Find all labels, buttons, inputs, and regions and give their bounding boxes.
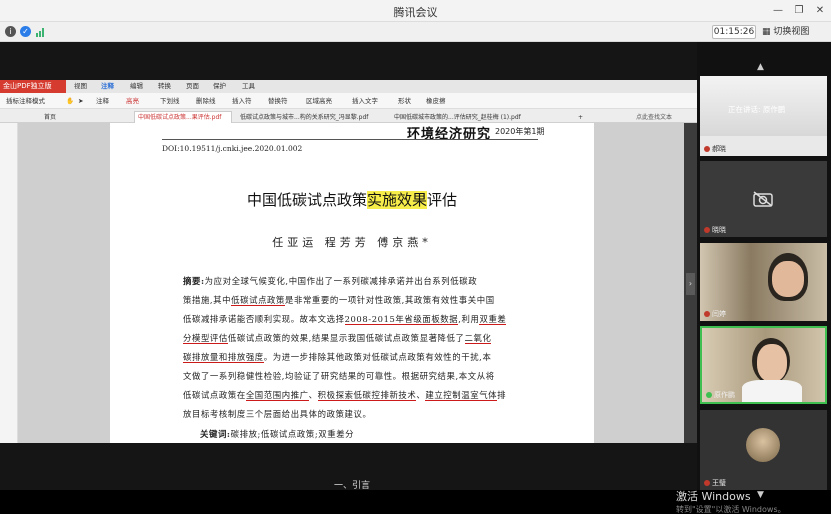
menu-annotate[interactable]: 注释 <box>101 80 114 93</box>
ribbon-area-highlight[interactable]: 区域高亮 <box>306 93 332 109</box>
ribbon-strikethrough[interactable]: 删除线 <box>196 93 216 109</box>
journal-issue: 2020年第1期 <box>495 127 545 136</box>
menu-tools[interactable]: 工具 <box>242 80 255 93</box>
tab-doc-2[interactable]: 低碳试点政策与城市...构的关系研究_冯显黎.pdf <box>236 111 386 123</box>
maximize-icon[interactable]: ❐ <box>792 4 806 18</box>
hand-tool-icon[interactable]: ✋ <box>66 93 74 109</box>
ribbon-insert-mark[interactable]: 插入符 <box>232 93 252 109</box>
activation-watermark-subtitle: 转到"设置"以激活 Windows。 <box>676 505 786 514</box>
ribbon-insert-text[interactable]: 插入文字 <box>352 93 378 109</box>
tab-doc-3[interactable]: 中国低碳城市政策的...评估研究_赵桂梅 (1).pdf <box>390 111 564 123</box>
mic-off-icon <box>704 480 710 486</box>
menu-edit[interactable]: 编辑 <box>130 80 143 93</box>
pdf-menu-bar: 金山PDF独立版 视图 注释 编辑 转换 页面 保护 工具 <box>0 80 697 93</box>
pdf-page: 环境经济研究 2020年第1期 DOI:10.19511/j.cnki.jee.… <box>110 123 594 443</box>
pdf-brand-button[interactable]: 金山PDF独立版 <box>0 80 66 93</box>
abstract-line-1: 摘要:为应对全球气候变化,中国作出了一系列碳减排承诺并出台系列低碳政 <box>183 276 478 286</box>
participant-tile-2[interactable]: 晓晓 <box>700 161 827 237</box>
scroll-up-icon[interactable]: ▲ <box>757 62 764 72</box>
abstract-line-4: 分模型评估低碳试点政策的效果,结果显示我国低碳试点政策显著降低了二氧化 <box>183 333 492 344</box>
document-tab-bar: 首页 中国低碳试点政策...果评估.pdf 低碳试点政策与城市...构的关系研究… <box>0 109 697 123</box>
new-tab-icon[interactable]: + <box>574 111 584 123</box>
menu-convert[interactable]: 转换 <box>158 80 171 93</box>
ribbon-underline[interactable]: 下划线 <box>160 93 180 109</box>
grid-icon: ▦ <box>762 27 771 37</box>
participant-name: 闫婷 <box>704 309 726 319</box>
header-rule <box>162 139 538 140</box>
annotation-ribbon: 插标注释模式 ✋ ➤ 注释 高亮 下划线 删除线 插入符 替换符 区域高亮 插入… <box>0 93 697 109</box>
face <box>772 261 804 297</box>
window-title: 腾讯会议 <box>393 6 438 19</box>
switch-view-label: 切换视图 <box>773 27 810 37</box>
menu-protect[interactable]: 保护 <box>213 80 226 93</box>
activation-watermark-title: 激活 Windows <box>676 490 751 503</box>
participant-tile-4[interactable]: 原作鹏 <box>700 326 827 404</box>
switch-view-button[interactable]: ▦ 切换视图 <box>762 25 809 39</box>
collapse-panel-icon[interactable]: › <box>686 273 695 295</box>
mic-off-icon <box>704 146 710 152</box>
camera-off-icon <box>752 191 774 207</box>
info-icon[interactable]: i <box>5 26 16 37</box>
close-icon[interactable]: ✕ <box>813 4 827 18</box>
participant-name: 郝晓 <box>704 144 726 154</box>
doi-text: DOI:10.19511/j.cnki.jee.2020.01.002 <box>162 144 303 153</box>
tab-home[interactable]: 首页 <box>40 111 74 123</box>
ribbon-shape[interactable]: 形状 <box>398 93 411 109</box>
paper-title: 中国低碳试点政策实施效果评估 <box>246 191 458 209</box>
search-text-field[interactable]: 点此查找文本 <box>632 111 692 123</box>
title-highlight: 实施效果 <box>366 191 427 209</box>
mic-on-icon <box>706 392 712 398</box>
pdf-side-toolbar <box>0 123 18 443</box>
tencent-meeting-window: 腾讯会议 — ❐ ✕ i ✓ 01:15:26 ▦ 切换视图 金山PDF独立版 … <box>0 0 831 514</box>
shirt <box>742 380 802 402</box>
abstract-line-7: 低碳试点政策在全国范围内推广、积极探索低碳控排新技术、建立控制温室气体排 <box>183 390 507 401</box>
signal-icon[interactable] <box>36 27 46 37</box>
select-tool-icon[interactable]: ➤ <box>78 93 83 109</box>
meeting-timer: 01:15:26 <box>712 25 756 39</box>
ribbon-annot-mode[interactable]: 插标注释模式 <box>6 93 45 109</box>
keywords-line: 关键词:碳排放;低碳试点政策;双重差分 <box>200 429 355 439</box>
title-bar: 腾讯会议 — ❐ ✕ <box>0 0 831 22</box>
mic-off-icon <box>704 311 710 317</box>
author-list: 任亚运 程芳芳 傅京燕* <box>272 236 432 249</box>
face <box>757 344 787 382</box>
participant-tile-5[interactable]: 王璧 <box>700 410 827 490</box>
avatar <box>746 428 780 462</box>
ribbon-highlight[interactable]: 高亮 <box>126 93 139 109</box>
ribbon-replace-mark[interactable]: 替换符 <box>268 93 288 109</box>
participant-name: 王璧 <box>704 478 726 488</box>
menu-view[interactable]: 视图 <box>74 80 87 93</box>
minimize-icon[interactable]: — <box>771 4 785 18</box>
abstract-line-5: 碳排放量和排放强度。为进一步排除其他政策对低碳试点政策有效性的干扰,本 <box>183 352 492 363</box>
participant-tile-3[interactable]: 闫婷 <box>700 243 827 321</box>
ribbon-eraser[interactable]: 橡皮擦 <box>426 93 446 109</box>
mic-off-icon <box>704 227 710 233</box>
abstract-line-8: 放目标考核制度三个层面给出具体的政策建议。 <box>183 409 372 419</box>
ribbon-note[interactable]: 注释 <box>96 93 109 109</box>
shield-icon[interactable]: ✓ <box>20 26 31 37</box>
tab-doc-1[interactable]: 中国低碳试点政策...果评估.pdf <box>134 111 232 123</box>
participant-name: 晓晓 <box>704 225 726 235</box>
meeting-info-bar: i ✓ 01:15:26 ▦ 切换视图 <box>0 22 831 42</box>
abstract-line-2: 策措施,其中低碳试点政策是非常重要的一项针对性政策,其政策有效性事关中国 <box>183 295 495 306</box>
participant-name: 原作鹏 <box>706 390 735 400</box>
menu-page[interactable]: 页面 <box>186 80 199 93</box>
scroll-down-icon[interactable]: ▼ <box>757 490 764 500</box>
abstract-line-6: 文做了一系列稳健性检验,均验证了研究结果的可靠性。根据研究结果,本文从将 <box>183 371 495 381</box>
speaking-indicator: 正在讲话: 原作鹏 <box>728 105 786 114</box>
abstract-line-3: 低碳减排承诺能否顺利实现。故本文选择2008-2015年省级面板数据,利用双重差 <box>183 314 507 325</box>
